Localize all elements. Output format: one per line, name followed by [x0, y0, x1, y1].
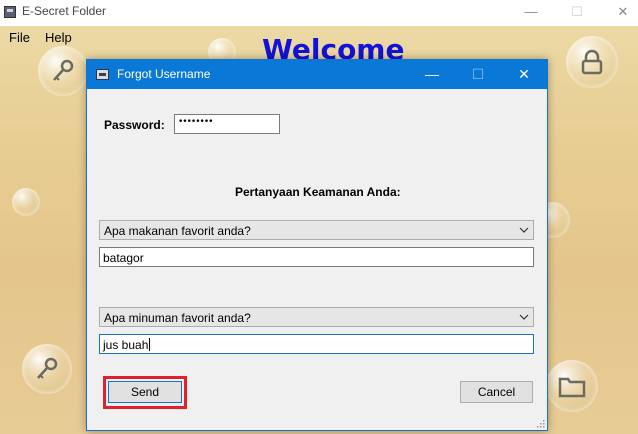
app-icon: [4, 6, 16, 18]
security-answer-1-text: batagor: [103, 251, 144, 265]
decorative-bubble: [12, 188, 40, 216]
security-question-1-text: Apa makanan favorit anda?: [104, 224, 251, 238]
security-answer-1-input[interactable]: batagor: [99, 247, 534, 267]
security-questions-heading: Pertanyaan Keamanan Anda:: [235, 185, 401, 199]
password-input[interactable]: ••••••••: [174, 114, 280, 134]
dialog-minimize-button[interactable]: —: [409, 60, 455, 89]
key-icon: [53, 59, 74, 81]
text-caret: [149, 338, 151, 351]
security-answer-2-text: jus buah: [103, 338, 151, 352]
security-question-2-text: Apa minuman favorit anda?: [104, 311, 251, 325]
lock-icon: [581, 49, 603, 75]
dialog-close-button[interactable]: ✕: [501, 60, 547, 89]
key-bubble-top[interactable]: [38, 46, 88, 96]
security-question-1-dropdown[interactable]: Apa makanan favorit anda?: [99, 220, 534, 240]
key-icon: [37, 357, 58, 379]
dialog-maximize-button[interactable]: ☐: [455, 60, 501, 89]
folder-bubble[interactable]: [546, 360, 598, 412]
folder-icon: [558, 377, 586, 398]
dialog-title: Forgot Username: [117, 67, 211, 81]
resize-grip-icon[interactable]: [535, 418, 545, 428]
main-window-title: E-Secret Folder: [22, 4, 107, 18]
security-question-2-dropdown[interactable]: Apa minuman favorit anda?: [99, 307, 534, 327]
chevron-down-icon: [519, 314, 529, 320]
close-button[interactable]: ✕: [600, 0, 638, 26]
key-bubble-bottom[interactable]: [22, 344, 72, 394]
forgot-username-dialog: Forgot Username — ☐ ✕ Password: ••••••••…: [86, 59, 548, 431]
dialog-app-icon: [96, 69, 109, 80]
menu-help[interactable]: Help: [45, 30, 72, 45]
cancel-button[interactable]: Cancel: [460, 381, 533, 403]
send-button[interactable]: Send: [108, 381, 182, 403]
maximize-button[interactable]: ☐: [554, 0, 600, 26]
chevron-down-icon: [519, 227, 529, 233]
main-titlebar[interactable]: E-Secret Folder — ☐ ✕: [0, 0, 638, 26]
dialog-titlebar[interactable]: Forgot Username — ☐ ✕: [87, 60, 547, 89]
minimize-button[interactable]: —: [508, 0, 554, 26]
menu-file[interactable]: File: [9, 30, 30, 45]
security-answer-2-input[interactable]: jus buah: [99, 334, 534, 354]
password-label: Password:: [104, 118, 165, 132]
security-answer-2-value: jus buah: [103, 338, 149, 352]
lock-bubble[interactable]: [566, 36, 618, 88]
